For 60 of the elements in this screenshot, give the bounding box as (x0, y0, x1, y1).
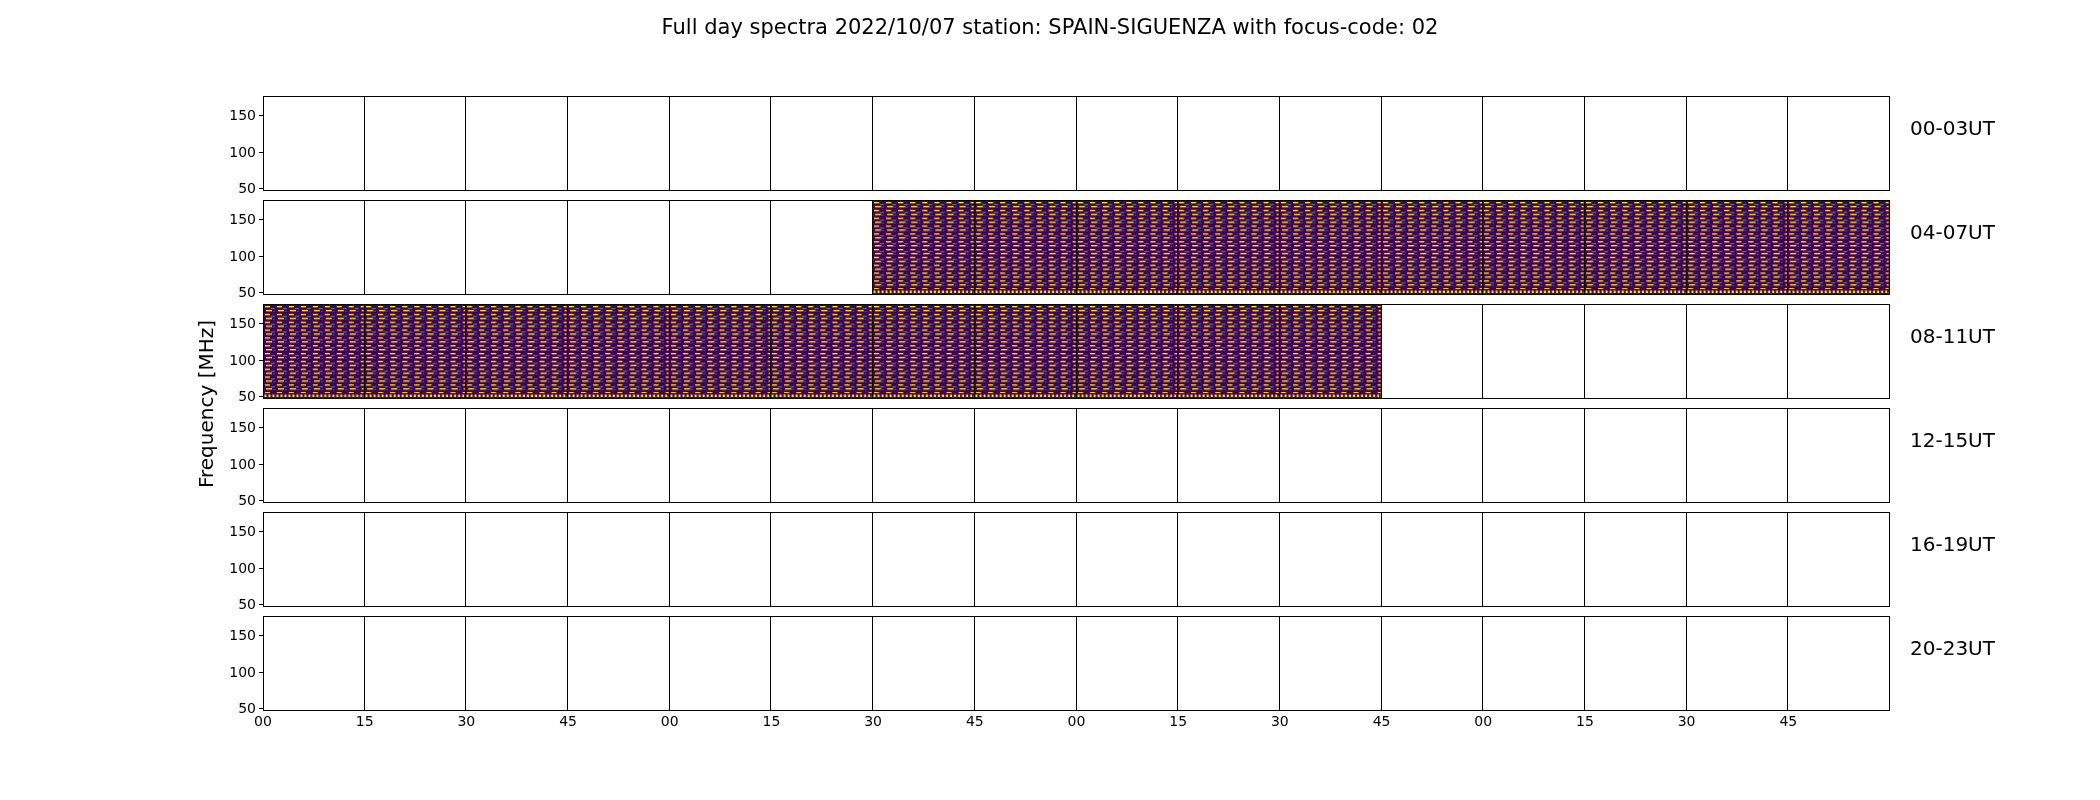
time-range-label: 08-11UT (1910, 324, 1995, 348)
y-tick-label: 150 (229, 212, 257, 226)
time-range-label: 04-07UT (1910, 220, 1995, 244)
y-axis-label: Frequency [MHz] (193, 319, 219, 488)
y-tick-label: 150 (229, 316, 257, 330)
x-tick-label: 30 (1677, 713, 1696, 729)
y-tick-label: 100 (229, 249, 257, 263)
y-tick-label: 100 (229, 353, 257, 367)
y-tick-label: 150 (229, 628, 257, 642)
x-tick-label: 00 (1474, 713, 1493, 729)
tick-mark (259, 530, 263, 532)
tick-mark (259, 114, 263, 116)
y-tick-label: 50 (238, 389, 257, 403)
tick-mark (259, 463, 263, 465)
y-tick-label: 150 (229, 524, 257, 538)
x-tick-label: 45 (559, 713, 577, 729)
y-tick-label: 150 (229, 108, 257, 122)
y-tick-label: 100 (229, 665, 257, 679)
tick-mark (259, 359, 263, 361)
x-tick-label: 45 (965, 713, 984, 729)
y-tick-label: 150 (229, 420, 257, 434)
y-tick-label: 100 (229, 145, 257, 159)
y-tick-label: 100 (229, 457, 257, 471)
tick-mark (259, 322, 263, 324)
x-tick-label: 00 (254, 713, 272, 729)
tick-mark (259, 151, 263, 153)
x-tick-label: 45 (1372, 713, 1391, 729)
tick-mark (259, 426, 263, 428)
x-tick-label: 00 (1067, 713, 1086, 729)
tick-mark (259, 255, 263, 257)
time-range-label: 12-15UT (1910, 428, 1995, 452)
y-tick-label: 50 (238, 285, 257, 299)
x-tick-label: 30 (457, 713, 476, 729)
tick-mark (259, 218, 263, 220)
tick-mark (259, 634, 263, 636)
x-tick-label: 15 (355, 713, 374, 729)
y-tick-label: 50 (238, 701, 257, 715)
tick-mark (259, 567, 263, 569)
x-tick-label: 30 (864, 713, 883, 729)
x-tick-label: 15 (1576, 713, 1594, 729)
x-tick-label: 15 (1169, 713, 1188, 729)
x-tick-label: 00 (660, 713, 679, 729)
y-tick-label: 100 (229, 561, 257, 575)
tick-mark (259, 395, 263, 397)
tick-mark (259, 671, 263, 673)
x-tick-label: 15 (762, 713, 781, 729)
y-tick-label: 50 (238, 493, 257, 507)
x-tick-label: 45 (1779, 713, 1798, 729)
time-range-label: 00-03UT (1910, 116, 1995, 140)
figure-title: Full day spectra 2022/10/07 station: SPAIN-SIGUENZA with focus-code: 02 (661, 14, 1439, 40)
x-tick-label: 30 (1270, 713, 1289, 729)
tick-mark (259, 603, 263, 605)
time-range-label: 16-19UT (1910, 532, 1995, 556)
tick-mark (259, 707, 263, 709)
tick-mark (259, 291, 263, 293)
time-range-label: 20-23UT (1910, 636, 1995, 660)
y-tick-label: 50 (238, 181, 257, 195)
tick-mark (259, 187, 263, 189)
y-tick-label: 50 (238, 597, 257, 611)
tick-mark (259, 499, 263, 501)
